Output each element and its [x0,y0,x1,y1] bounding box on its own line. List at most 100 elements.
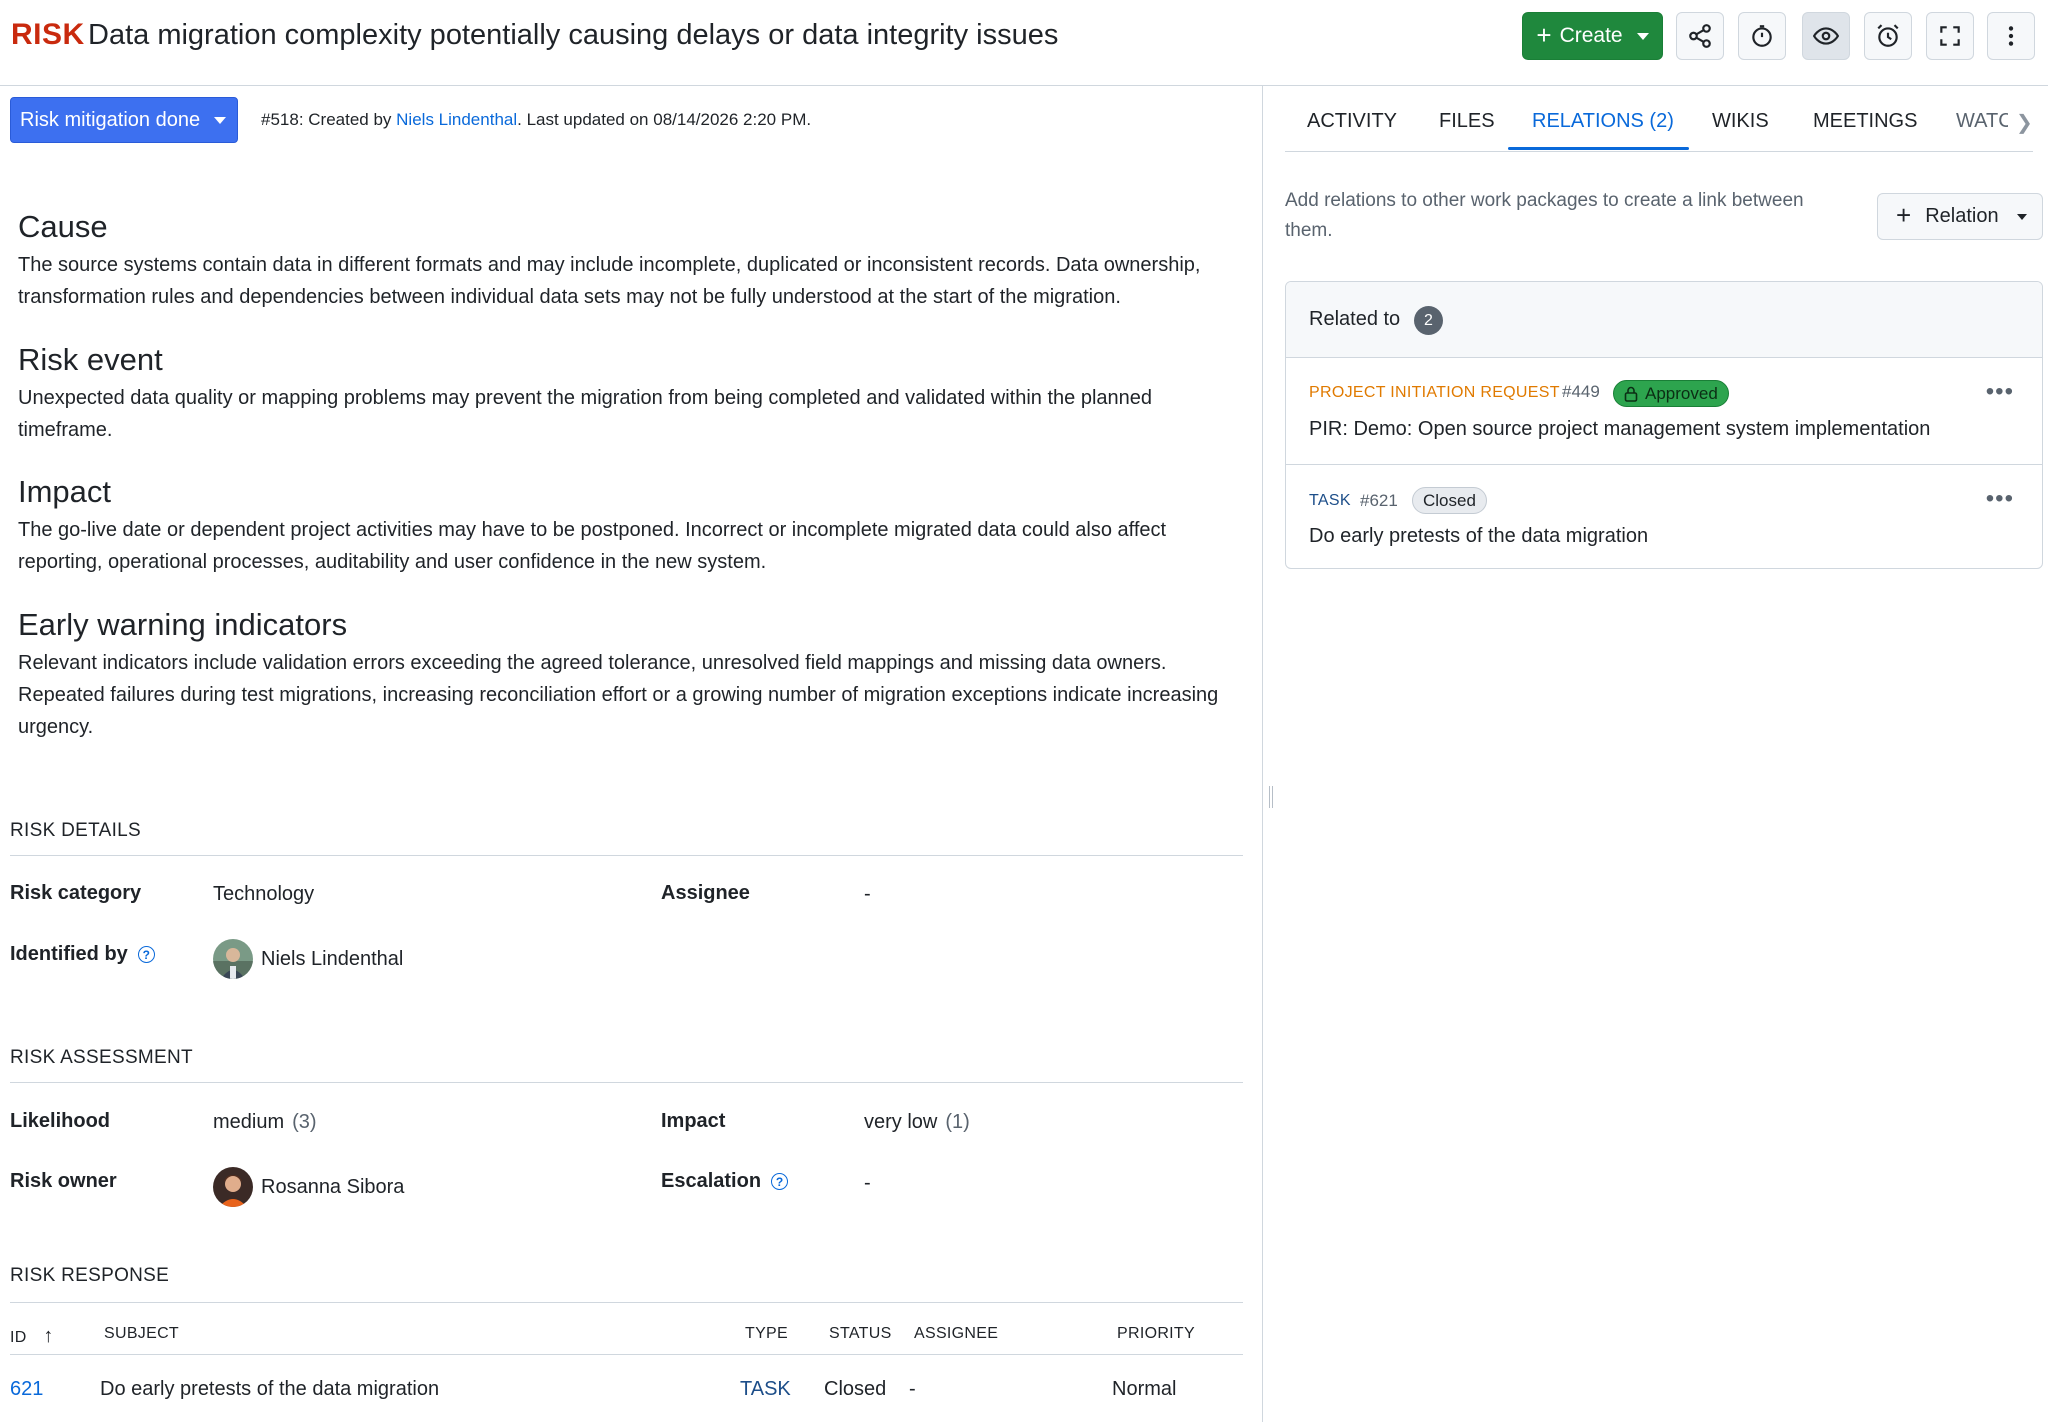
work-package-title[interactable]: Data migration complexity potentially ca… [88,19,1058,52]
description-early-warning: Early warning indicators Relevant indica… [18,607,1228,743]
chevron-down-icon [2016,213,2027,220]
add-relation-label: Relation [1925,205,1999,227]
likelihood-label: Likelihood [10,1110,110,1132]
column-header-type[interactable]: TYPE [745,1325,788,1343]
tab-files[interactable]: FILES [1439,110,1495,133]
risk-category-value[interactable]: Technology [213,883,314,906]
description-text: The source systems contain data in diffe… [18,254,1201,308]
column-header-assignee[interactable]: ASSIGNEE [914,1325,998,1343]
identified-by-label: Identified by ? [10,943,155,966]
tab-relations[interactable]: RELATIONS (2) [1532,110,1674,133]
likelihood-score: (3) [292,1111,317,1133]
more-horizontal-icon[interactable]: ••• [1986,380,2014,404]
row-id-link[interactable]: 621 [10,1378,43,1401]
column-header-subject[interactable]: SUBJECT [104,1325,179,1343]
relation-id[interactable]: #621 [1360,491,1398,511]
relations-hint: Add relations to other work packages to … [1285,190,1804,241]
description-text: The go-live date or dependent project ac… [18,519,1167,573]
relations-count-badge: 2 [1414,306,1443,335]
relation-subject[interactable]: Do early pretests of the data migration [1309,525,1648,548]
work-package-meta: #518: Created by Niels Lindenthal. Last … [261,110,811,130]
escalation-label: Escalation ? [661,1170,789,1193]
escalation-value[interactable]: - [864,1172,871,1195]
chevron-down-icon [1636,32,1649,40]
relation-item[interactable]: PROJECT INITIATION REQUEST #449 Approved… [1286,358,2042,464]
fullscreen-icon [1940,26,1960,46]
column-header-priority[interactable]: PRIORITY [1117,1325,1195,1343]
relations-group-header: Related to 2 [1286,282,2042,358]
description-text: Relevant indicators include validation e… [18,652,1219,738]
status-dropdown[interactable]: Risk mitigation done [10,97,238,143]
relation-subject[interactable]: PIR: Demo: Open source project managemen… [1309,418,1930,441]
risk-owner-value[interactable]: Rosanna Sibora [213,1167,404,1207]
author-link[interactable]: Niels Lindenthal [396,110,517,129]
likelihood-value[interactable]: medium (3) [213,1111,317,1134]
description-heading: Cause [18,209,108,244]
avatar [213,939,253,979]
impact-value[interactable]: very low (1) [864,1111,970,1134]
row-assignee[interactable]: - [909,1378,916,1401]
reminder-button[interactable] [1864,12,1912,60]
help-icon[interactable]: ? [137,946,155,963]
relation-item[interactable]: TASK #621 Closed Do early pretests of th… [1286,464,2042,568]
row-priority[interactable]: Normal [1112,1378,1176,1401]
plus-icon: + [1536,20,1552,50]
risk-owner-label: Risk owner [10,1170,117,1192]
tab-meetings[interactable]: MEETINGS [1813,110,1917,133]
risk-response-title: RISK RESPONSE [10,1265,170,1286]
identified-by-value[interactable]: Niels Lindenthal [213,939,403,979]
sort-ascending-icon: ↑ [43,1325,54,1347]
table-header-divider [10,1354,1243,1355]
tab-watchers[interactable]: WATC [1956,110,2008,133]
create-button[interactable]: + Create [1522,12,1663,60]
more-horizontal-icon[interactable]: ••• [1986,487,2014,511]
status-badge: Closed [1412,487,1487,514]
risk-assessment-title: RISK ASSESSMENT [10,1047,193,1068]
watch-icon [1813,27,1839,45]
description-text: Unexpected data quality or mapping probl… [18,387,1153,441]
help-icon[interactable]: ? [771,1173,789,1190]
chevron-right-icon[interactable]: ❯ [2016,110,2033,135]
relations-group: Related to 2 PROJECT INITIATION REQUEST … [1285,281,2043,569]
section-divider [10,1302,1243,1303]
fullscreen-button[interactable] [1926,12,1974,60]
risk-owner-name: Rosanna Sibora [261,1175,405,1198]
meta-suffix: . Last updated on 08/14/2026 2:20 PM. [517,110,812,129]
row-subject[interactable]: Do early pretests of the data migration [100,1378,439,1401]
risk-details-title: RISK DETAILS [10,820,142,841]
plus-icon: + [1896,200,1912,230]
assignee-value[interactable]: - [864,883,871,906]
more-actions-button[interactable] [1987,12,2035,60]
more-vertical-icon [2008,26,2014,46]
meta-prefix: #518: Created by [261,110,397,129]
description-impact: Impact The go-live date or dependent pro… [18,474,1228,578]
tab-activity[interactable]: ACTIVITY [1307,110,1397,133]
column-header-id[interactable]: ID ↑ [10,1325,54,1348]
column-header-status[interactable]: STATUS [829,1325,892,1343]
impact-score: (1) [945,1111,970,1133]
resize-handle[interactable] [1269,786,1273,808]
lock-icon [1624,386,1638,402]
active-tab-indicator [1508,147,1689,150]
description-heading: Impact [18,474,112,509]
row-status[interactable]: Closed [824,1378,886,1401]
watch-button[interactable] [1802,12,1850,60]
tab-wikis[interactable]: WIKIS [1712,110,1769,133]
risk-category-label: Risk category [10,882,142,904]
share-button[interactable] [1676,12,1724,60]
add-relation-button[interactable]: + Relation [1877,193,2043,240]
status-label: Risk mitigation done [20,108,201,131]
work-package-header: RISK Data migration complexity potential… [0,0,2048,86]
time-tracking-button[interactable] [1738,12,1786,60]
create-button-label: Create [1559,24,1623,47]
relation-id[interactable]: #449 [1562,382,1600,402]
impact-label: Impact [661,1110,726,1132]
description-risk-event: Risk event Unexpected data quality or ma… [18,342,1228,446]
assignee-label: Assignee [661,882,750,904]
identified-by-name: Niels Lindenthal [261,947,404,970]
pane-divider [1262,86,1263,1422]
section-divider [10,1082,1243,1083]
section-divider [10,855,1243,856]
chevron-down-icon [214,117,226,124]
timer-icon [1752,25,1772,47]
